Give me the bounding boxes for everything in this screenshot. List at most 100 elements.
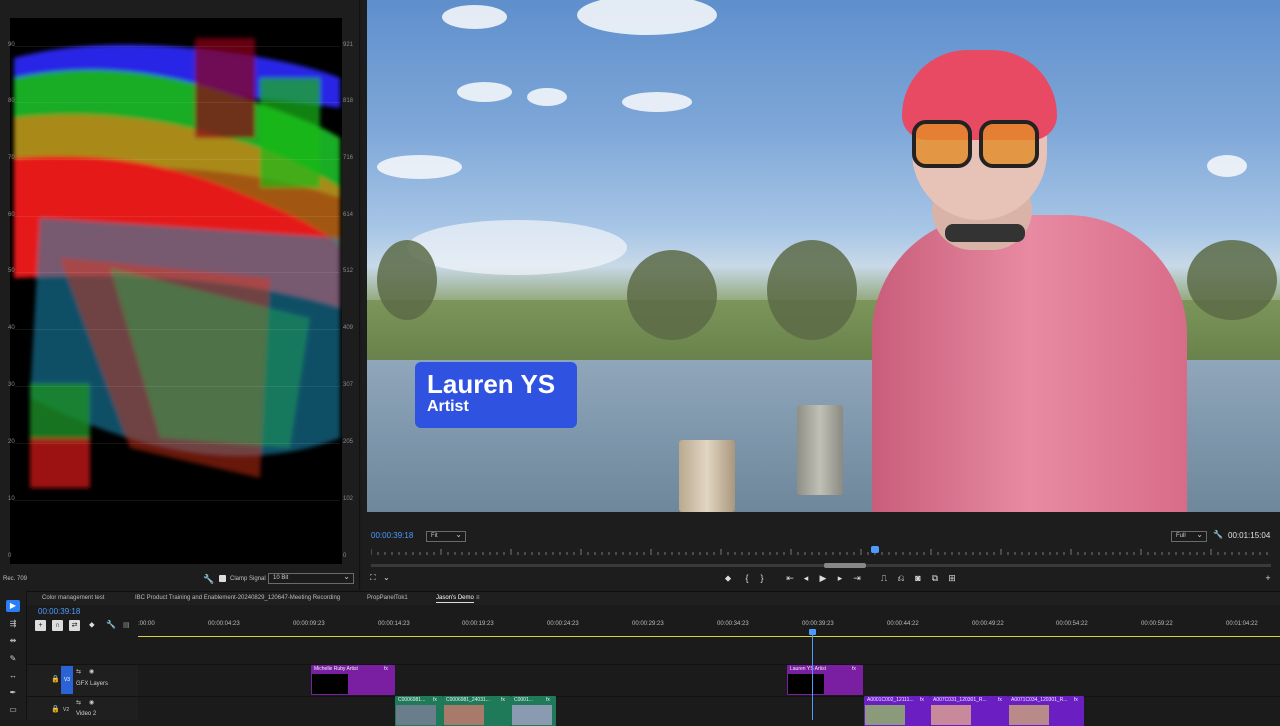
video-clip[interactable]: C0006981_24031... fx [443, 696, 511, 726]
step-forward-icon[interactable]: ▸ [834, 573, 846, 584]
safe-margins-icon[interactable]: ⛶ [370, 573, 376, 583]
fx-badge-icon: fx [501, 697, 505, 703]
linked-selection-button[interactable]: ⇄ [69, 620, 80, 631]
scope-gridline [14, 46, 340, 47]
tab-jasons-demo[interactable]: Jason's Demo [436, 595, 474, 603]
tree [627, 250, 717, 340]
add-marker-icon[interactable]: ⬥ [722, 573, 734, 584]
export-frame-icon[interactable]: ◙ [912, 573, 924, 583]
add-button-icon[interactable]: + [1262, 573, 1274, 583]
video-clip[interactable]: A0071C034_120301_R... fx [1008, 696, 1084, 726]
scope-tick-left: 30 [8, 382, 15, 388]
fx-badge-icon: fx [1074, 697, 1078, 703]
go-to-out-icon[interactable]: ⇥ [851, 573, 863, 584]
ripple-edit-tool-icon[interactable]: ⇹ [6, 635, 20, 647]
clip-thumbnail [512, 705, 552, 725]
scope-tick-left: 70 [8, 155, 15, 161]
slip-tool-icon[interactable]: ↔ [6, 670, 20, 682]
timeline-ruler[interactable]: :00:00 00:00:04:23 00:00:09:23 00:00:14:… [138, 619, 1280, 637]
wrench-icon[interactable]: 🔧 [1213, 530, 1223, 539]
program-playhead[interactable] [871, 546, 879, 553]
fx-badge-icon: fx [998, 697, 1002, 703]
video-clip[interactable]: A0001C002_12111... fx [864, 696, 930, 726]
lower-third-graphic[interactable]: Lauren YS Artist [415, 362, 577, 428]
track-name-v3[interactable]: GFX Layers [76, 681, 108, 687]
comparison-view-icon[interactable]: ⧉ [929, 573, 941, 584]
snap-button[interactable]: ∩ [52, 620, 63, 631]
scope-tick-left: 10 [8, 496, 15, 502]
multicam-icon[interactable]: ⊞ [946, 573, 958, 584]
person-jacket [872, 215, 1187, 512]
clip-thumbnail [312, 674, 348, 694]
insert-nest-button[interactable]: + [35, 620, 46, 631]
video-clip[interactable]: C0006981... fx [395, 696, 443, 726]
sync-lock-icon[interactable]: ⇆ [76, 699, 81, 706]
eye-icon[interactable]: ◉ [89, 668, 94, 675]
scope-gridline [14, 102, 340, 103]
go-to-in-icon[interactable]: ⇤ [784, 573, 796, 584]
timeline-timecode[interactable]: 00:00:39:18 [38, 607, 80, 616]
video-clip[interactable]: A007C031_120301_R... fx [930, 696, 1008, 726]
tab-menu-icon[interactable]: ≡ [476, 595, 480, 601]
clip-label: A007C031_120301_R... [933, 697, 987, 703]
lock-icon[interactable]: 🔒 [51, 675, 60, 683]
zoom-scrollbar-thumb[interactable] [824, 563, 866, 568]
program-video-frame[interactable] [367, 0, 1280, 512]
sync-lock-icon[interactable]: ⇆ [76, 668, 81, 675]
rectangle-tool-icon[interactable]: ▭ [6, 704, 20, 716]
scope-tick-right: 921 [343, 42, 354, 48]
track-target-v3[interactable]: V3 [61, 666, 73, 694]
wrench-icon[interactable]: 🔧 [203, 574, 214, 585]
cloud [377, 155, 462, 179]
tab-color-management-test[interactable]: Color management test [42, 595, 104, 601]
clip-thumbnail [1009, 705, 1049, 725]
timeline-playhead[interactable] [812, 630, 813, 720]
lower-third-name: Lauren YS [427, 369, 556, 399]
tab-proppaneltok1[interactable]: PropPanelTok1 [367, 595, 408, 601]
mark-out-icon[interactable]: } [756, 573, 768, 583]
graphics-clip[interactable]: Lauren YS Artist fx [787, 665, 863, 695]
tab-ibc-product-training[interactable]: IBC Product Training and Enablement-2024… [135, 595, 340, 601]
mark-in-icon[interactable]: { [741, 573, 753, 583]
bit-depth-dropdown[interactable]: 10 Bit [268, 572, 354, 584]
clip-label: C0006981... [398, 697, 426, 703]
extract-icon[interactable]: ⎌ [895, 573, 907, 584]
track-target-v2[interactable]: V2 [63, 707, 69, 713]
track-name-v2[interactable]: Video 2 [76, 711, 96, 717]
chevron-down-icon[interactable]: ⌄ [383, 573, 390, 582]
playback-resolution-dropdown[interactable]: Full [1171, 530, 1207, 542]
fx-badge-icon: fx [546, 697, 550, 703]
selection-tool-icon[interactable]: ▶ [6, 600, 20, 612]
sunglasses-left-lens [912, 120, 972, 168]
program-ruler[interactable] [371, 547, 1271, 555]
scope-tick-right: 716 [343, 155, 354, 161]
graphics-clip[interactable]: Michelle Ruby Artist fx [311, 665, 395, 695]
program-timecode[interactable]: 00:00:39:18 [371, 531, 413, 540]
clamp-signal-checkbox[interactable] [219, 575, 226, 582]
ruler-tick: 00:00:39:23 [802, 621, 834, 627]
step-back-icon[interactable]: ◂ [800, 573, 812, 584]
track-select-tool-icon[interactable]: ⇶ [6, 618, 20, 630]
tree [377, 240, 437, 320]
clip-thumbnail [788, 674, 824, 694]
scope-tick-right: 818 [343, 98, 354, 104]
program-duration: 00:01:15:04 [1228, 531, 1271, 540]
ruler-tick: 00:00:09:23 [293, 621, 325, 627]
zoom-fit-dropdown[interactable]: Fit [426, 530, 466, 542]
fx-badge-icon: fx [384, 666, 388, 672]
play-icon[interactable]: ▶ [817, 573, 829, 584]
lock-icon[interactable]: 🔒 [51, 705, 60, 713]
program-zoom-scrollbar[interactable] [371, 564, 1271, 567]
eye-icon[interactable]: ◉ [89, 699, 94, 706]
razor-tool-icon[interactable]: ✎ [6, 653, 20, 665]
pen-tool-icon[interactable]: ✒ [6, 687, 20, 699]
video-clip[interactable]: C0001... fx [511, 696, 556, 726]
lift-icon[interactable]: ⎍ [878, 573, 890, 584]
clip-label: C0001... [514, 697, 533, 703]
wrench-icon[interactable]: 🔧 [106, 620, 116, 629]
captions-icon[interactable]: ▤ [123, 621, 130, 629]
add-marker-icon[interactable]: ⬥ [89, 620, 95, 630]
cloud [527, 88, 567, 106]
cloud [442, 5, 507, 29]
clip-thumbnail [865, 705, 905, 725]
